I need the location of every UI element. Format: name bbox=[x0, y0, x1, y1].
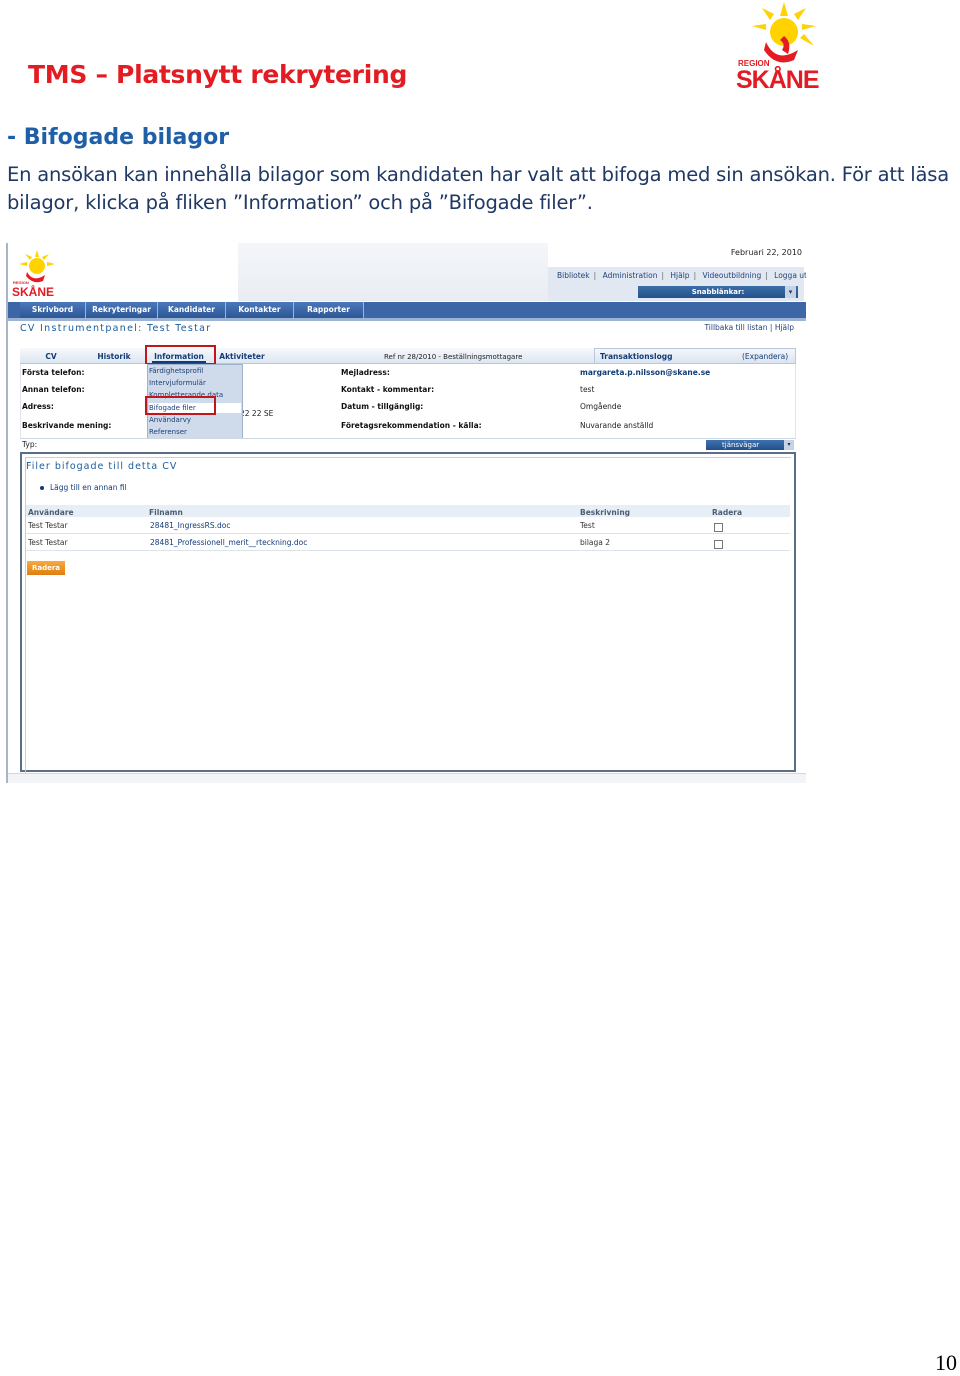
svg-text:SKÅNE: SKÅNE bbox=[12, 284, 54, 298]
expand-link[interactable]: (Expandera) bbox=[742, 352, 788, 361]
section-heading: - Bifogade bilagor bbox=[7, 125, 230, 150]
link-help[interactable]: Hjälp bbox=[666, 271, 693, 280]
reference-label: Ref nr 28/2010 - Beställningsmottagare bbox=[384, 353, 523, 361]
page-number: 10 bbox=[935, 1350, 957, 1375]
row1-filename[interactable]: 28481_IngressRS.doc bbox=[150, 521, 231, 530]
date-available-label: Datum - tillgänglig: bbox=[341, 402, 424, 411]
link-administration[interactable]: Administration bbox=[599, 271, 662, 280]
row2-filename[interactable]: 28481_Professionell_merit__rteckning.doc bbox=[150, 538, 307, 547]
link-bibliotek[interactable]: Bibliotek bbox=[553, 271, 594, 280]
header-delete: Radera bbox=[712, 508, 743, 517]
type-row bbox=[20, 438, 796, 451]
files-table-header bbox=[26, 505, 790, 517]
table-row bbox=[26, 518, 790, 534]
recommendation-source-value: Nuvarande anställd bbox=[580, 421, 654, 430]
address-label: Adress: bbox=[22, 402, 54, 411]
page-title: CV Instrumentpanel: Test Testar bbox=[20, 323, 212, 334]
row1-description: Test bbox=[580, 521, 595, 530]
address-value: 22 22 SE bbox=[240, 409, 274, 418]
quick-links-select[interactable]: Snabblänkar: ▾ bbox=[638, 286, 798, 298]
link-logout[interactable]: Logga ut bbox=[770, 271, 806, 280]
email-value[interactable]: margareta.p.nilsson@skane.se bbox=[580, 368, 710, 377]
menu-item-references[interactable]: Referenser bbox=[149, 428, 187, 436]
mini-skane-logo: REGION SKÅNE bbox=[12, 250, 55, 298]
header-filename: Filnamn bbox=[149, 508, 183, 517]
menu-item-skills-profile[interactable]: Färdighetsprofil bbox=[149, 367, 203, 375]
nav-recruitments[interactable]: Rekryteringar bbox=[86, 302, 158, 318]
nav-candidates[interactable]: Kandidater bbox=[158, 302, 226, 318]
document-title: TMS – Platsnytt rekrytering bbox=[28, 60, 408, 89]
body-paragraph: En ansökan kan innehålla bilagor som kan… bbox=[7, 163, 949, 214]
bottom-strip bbox=[8, 773, 806, 783]
tab-history[interactable]: Historik bbox=[94, 350, 134, 363]
attached-files-title: Filer bifogade till detta CV bbox=[26, 461, 178, 472]
tab-cv[interactable]: CV bbox=[44, 350, 58, 363]
link-video-training[interactable]: Videoutbildning bbox=[698, 271, 765, 280]
first-phone-label: Första telefon: bbox=[22, 368, 85, 377]
header-description: Beskrivning bbox=[580, 508, 631, 517]
chevron-down-icon: ▾ bbox=[784, 440, 794, 450]
back-to-list-link[interactable]: Tillbaka till listan | Hjälp bbox=[704, 323, 794, 332]
nav-reports[interactable]: Rapporter bbox=[294, 302, 364, 318]
contact-comment-value: test bbox=[580, 385, 595, 394]
chevron-down-icon: ▾ bbox=[785, 286, 796, 298]
row2-delete-checkbox[interactable] bbox=[714, 540, 723, 549]
transaction-log-label: Transaktionslogg bbox=[600, 352, 673, 361]
date-available-value: Omgående bbox=[580, 402, 622, 411]
type-label: Typ: bbox=[22, 440, 38, 449]
tab-activities[interactable]: Aktiviteter bbox=[218, 350, 266, 363]
highlight-attached-files bbox=[145, 396, 216, 415]
email-label: Mejladress: bbox=[341, 368, 390, 377]
region-skane-logo: REGION SKÅNE bbox=[736, 2, 820, 94]
highlight-information-tab bbox=[145, 345, 216, 365]
table-row bbox=[26, 535, 790, 551]
service-select[interactable]: tjänsvägar ▾ bbox=[706, 440, 794, 450]
row1-user: Test Testar bbox=[28, 521, 68, 530]
delete-button[interactable]: Radera bbox=[27, 561, 65, 575]
top-links: Bibliotek | Administration | Hjälp | Videou… bbox=[553, 271, 806, 280]
row1-delete-checkbox[interactable] bbox=[714, 523, 723, 532]
embedded-screenshot: REGION SKÅNE Februari 22, 2010 Bibliotek… bbox=[6, 243, 806, 783]
header-user: Användare bbox=[28, 508, 74, 517]
description-label: Beskrivande mening: bbox=[22, 421, 112, 430]
row2-description: bilaga 2 bbox=[580, 538, 611, 547]
date-label: Februari 22, 2010 bbox=[730, 248, 802, 257]
recommendation-source-label: Företagsrekommendation - källa: bbox=[341, 421, 482, 430]
contact-comment-label: Kontakt - kommentar: bbox=[341, 385, 435, 394]
nav-contacts[interactable]: Kontakter bbox=[226, 302, 294, 318]
menu-item-user-view[interactable]: Användarvy bbox=[149, 416, 191, 424]
row2-user: Test Testar bbox=[28, 538, 68, 547]
bullet-icon bbox=[40, 486, 44, 490]
menu-item-interview-form[interactable]: Intervjuformulär bbox=[149, 379, 206, 387]
add-file-link[interactable]: Lägg till en annan fil bbox=[40, 483, 127, 492]
svg-text:SKÅNE: SKÅNE bbox=[736, 65, 819, 94]
nav-desk[interactable]: Skrivbord bbox=[20, 302, 86, 318]
other-phone-label: Annan telefon: bbox=[22, 385, 85, 394]
sun-icon bbox=[752, 2, 816, 63]
